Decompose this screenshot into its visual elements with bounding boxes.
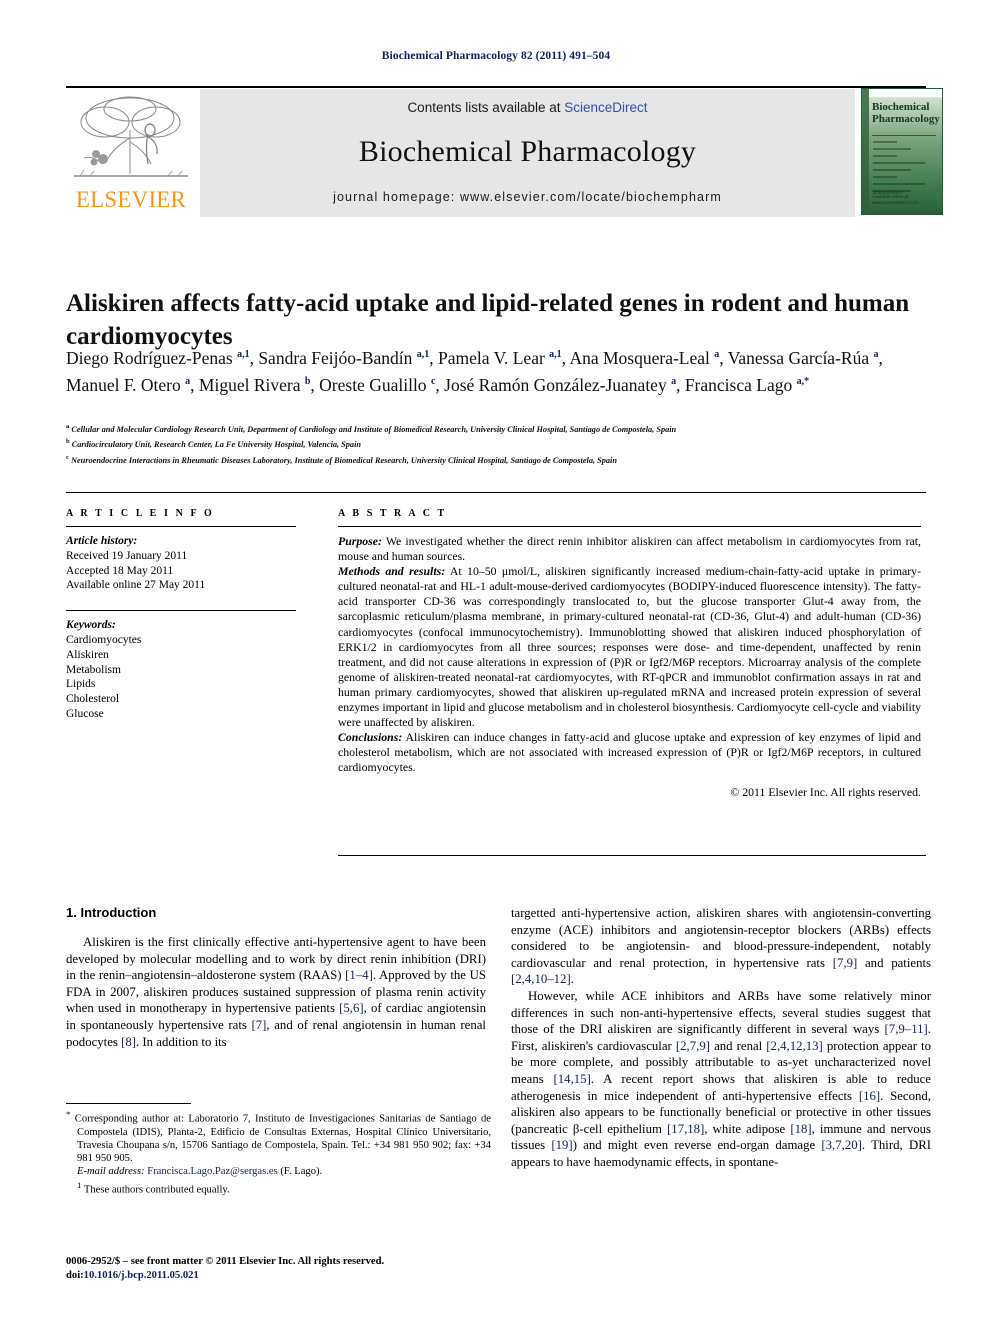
journal-homepage[interactable]: journal homepage: www.elsevier.com/locat… — [200, 190, 855, 204]
imprint-block: 0006-2952/$ – see front matter © 2011 El… — [66, 1255, 496, 1282]
article-info-rule-1 — [66, 526, 296, 527]
intro-paragraph-1: Aliskiren is the first clinically effect… — [66, 935, 486, 1049]
abstract-label: A B S T R A C T — [338, 508, 447, 519]
issn-line: 0006-2952/$ – see front matter © 2011 El… — [66, 1256, 385, 1267]
keywords-items: Cardiomyocytes Aliskiren Metabolism Lipids C… — [66, 633, 296, 722]
cover-rule — [872, 135, 936, 136]
abstract-column: A B S T R A C T Purpose: We investigated… — [338, 508, 921, 800]
email-suffix: (F. Lago). — [277, 1166, 323, 1178]
article-history: Article history: Received 19 January 201… — [66, 534, 296, 593]
affiliation-a: a Cellular and Molecular Cardiology Rese… — [66, 423, 677, 434]
corresponding-author-note: * Corresponding author at: Laboratorio 7… — [66, 1109, 491, 1165]
body-column-right: targetted anti-hypertensive action, alis… — [511, 905, 931, 1171]
email-note: E-mail address: Francisca.Lago.Paz@serga… — [66, 1165, 491, 1178]
email-link[interactable]: Francisca.Lago.Paz@sergas.es — [147, 1166, 277, 1177]
cover-title-line2: Pharmacology — [872, 113, 940, 125]
running-head: Biochemical Pharmacology 82 (2011) 491–5… — [381, 50, 611, 62]
contents-line: Contents lists available at ScienceDirec… — [200, 100, 855, 115]
abstract-block-bottom-rule — [338, 855, 926, 856]
abstract-copyright: © 2011 Elsevier Inc. All rights reserved… — [730, 784, 921, 799]
cover-contents-lines — [873, 141, 934, 197]
cover-title: Biochemical Pharmacology — [872, 101, 940, 125]
abstract-purpose-text: We investigated whether the direct renin… — [338, 534, 921, 564]
email-label: E-mail address: — [77, 1166, 145, 1178]
elsevier-logo: ELSEVIER — [68, 92, 194, 218]
footnotes: * Corresponding author at: Laboratorio 7… — [66, 1108, 491, 1196]
cover-title-line1: Biochemical — [872, 101, 930, 113]
keyword-item[interactable]: Cardiomyocytes — [66, 633, 296, 648]
doi-label: doi: — [66, 1269, 84, 1281]
header-top-rule — [66, 86, 926, 88]
affiliation-b: b Cardiocirculatory Unit, Research Cente… — [66, 438, 361, 450]
keywords-block: Keywords: Cardiomyocytes Aliskiren Metabol… — [66, 618, 296, 722]
keyword-item[interactable]: Metabolism — [66, 663, 296, 678]
intro-paragraph-2: targetted anti-hypertensive action, alis… — [511, 906, 932, 987]
contents-prefix: Contents lists available at — [407, 100, 565, 115]
keyword-item[interactable]: Cholesterol — [66, 692, 296, 707]
article-info-column: A R T I C L E I N F O Article history: R… — [66, 508, 296, 722]
journal-article-page: Biochemical Pharmacology 82 (2011) 491–5… — [0, 0, 992, 1323]
elsevier-tree-icon — [74, 96, 188, 177]
keyword-item[interactable]: Aliskiren — [66, 648, 296, 663]
cover-spine — [862, 89, 869, 214]
equal-contribution-note: 1 These authors contributed equally. — [77, 1179, 230, 1196]
footnote-rule — [66, 1103, 191, 1104]
abstract-methods-text: At 10–50 μmol/L, aliskiren significantly… — [338, 564, 922, 730]
affiliations: a Cellular and Molecular Cardiology Rese… — [66, 421, 946, 467]
abstract-methods-label: Methods and results: — [338, 564, 446, 579]
abstract-conclusions-text: Aliskiren can induce changes in fatty-ac… — [338, 730, 921, 775]
keyword-item[interactable]: Glucose — [66, 707, 296, 722]
keyword-item[interactable]: Lipids — [66, 677, 296, 692]
section-heading-introduction: 1. Introduction — [66, 905, 157, 920]
abstract-purpose-label: Purpose: — [338, 534, 382, 548]
intro-paragraph-3: However, while ACE inhibitors and ARBs h… — [511, 988, 931, 1169]
article-history-item: Available online 27 May 2011 — [66, 579, 206, 592]
article-info-label: A R T I C L E I N F O — [66, 508, 215, 519]
doi-line: doi:10.1016/j.bcp.2011.05.021 — [66, 1269, 496, 1283]
sciencedirect-link[interactable]: ScienceDirect — [564, 100, 647, 115]
abstract-conclusions: Conclusions: Aliskiren can induce change… — [338, 730, 921, 775]
keywords-label: Keywords: — [66, 619, 116, 632]
elsevier-wordmark: ELSEVIER — [75, 187, 187, 212]
affiliation-c: c Neuroendocrine Interactions in Rheumat… — [66, 453, 617, 465]
article-history-items: Received 19 January 2011 Accepted 18 May … — [66, 549, 296, 593]
abstract-purpose: Purpose: We investigated whether the dir… — [338, 534, 921, 564]
abstract-block-top-rule — [66, 492, 926, 493]
cover-sciencedirect-text: ScienceDirect — [872, 190, 903, 196]
abstract-body: Purpose: We investigated whether the dir… — [338, 534, 921, 776]
author-list: Diego Rodríguez-Penas a,1, Sandra Feijóo… — [66, 347, 883, 396]
body-column-left: Aliskiren is the first clinically effect… — [66, 934, 486, 1050]
article-history-item: Received 19 January 2011 — [66, 549, 188, 562]
article-info-rule-2 — [66, 610, 296, 612]
doi-link[interactable]: 10.1016/j.bcp.2011.05.021 — [84, 1270, 199, 1281]
article-history-item: Accepted 18 May 2011 — [66, 564, 174, 577]
article-history-label: Article history: — [66, 535, 138, 547]
journal-title: Biochemical Pharmacology — [358, 135, 697, 168]
journal-cover-thumbnail[interactable]: Biochemical Pharmacology Available onlin… — [861, 88, 943, 215]
abstract-methods: Methods and results: At 10–50 μmol/L, al… — [338, 564, 921, 730]
abstract-rule — [338, 526, 921, 527]
abstract-conclusions-label: Conclusions: — [338, 730, 403, 745]
